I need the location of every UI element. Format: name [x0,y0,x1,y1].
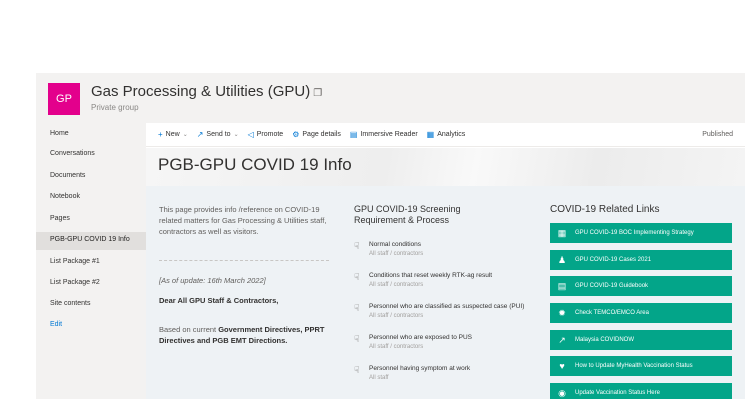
people-icon: ♟ [557,254,567,265]
intro-text: This page provides info /reference on CO… [159,205,327,236]
screening-title: GPU COVID-19 Screening Requirement & Pro… [354,204,461,225]
link-label: Update Vaccination Status Here [575,390,660,396]
site-title-text[interactable]: Gas Processing & Utilities (GPU) [91,83,310,100]
screening-item-title: Personnel who are classified as suspecte… [369,303,525,310]
publish-status: Published [702,131,733,138]
link-boc-strategy[interactable]: ▦ GPU COVID-19 BOC Implementing Strategy [550,223,732,243]
link-cases-2021[interactable]: ♟ GPU COVID-19 Cases 2021 [550,250,732,270]
immersive-reader-icon: ▤ [349,130,358,139]
screening-item-sub: All staff / contractors [369,282,424,288]
link-label: GPU COVID-19 Cases 2021 [575,257,652,263]
content-section: This page provides info /reference on CO… [146,186,745,399]
analytics-label: Analytics [437,131,466,138]
sharepoint-page: GP Gas Processing & Utilities (GPU) ❐ Pri… [0,0,745,399]
link-label: Malaysia COVIDNOW [575,337,635,343]
nav-item-pgb-gpu-covid-info[interactable]: PGB-GPU COVID 19 Info [50,236,130,243]
page-title: PGB-GPU COVID 19 Info [158,155,352,174]
site-privacy-label: Private group [91,103,139,112]
virus-icon: ✹ [558,307,566,318]
hand-pointer-icon: ☟ [354,365,360,375]
screening-item-title: Normal conditions [369,241,422,248]
analytics-button[interactable]: ▦ Analytics [427,130,466,139]
line-chart-icon: ↗ [558,334,566,345]
link-myhealth-vaccination[interactable]: ♥ How to Update MyHealth Vaccination Stat… [550,356,732,376]
link-label: How to Update MyHealth Vaccination Statu… [575,363,693,369]
link-label: Check TEMCO/EMCO Area [575,310,649,316]
links-title: COVID-19 Related Links [550,204,660,215]
link-temco-area[interactable]: ✹ Check TEMCO/EMCO Area [550,303,732,323]
page-details-label: Page details [302,131,341,138]
screening-item-sub: All staff [369,375,389,381]
gear-icon: ⚙ [292,130,300,139]
screening-item-title: Personnel having symptom at work [369,365,471,372]
hand-pointer-icon: ☟ [354,334,360,344]
share-icon: ↗ [196,130,204,139]
divider [159,260,329,261]
directives-prefix: Based on current [159,325,219,334]
directives-text: Based on current Government Directives, … [159,324,339,346]
page-details-button[interactable]: ⚙ Page details [292,130,341,139]
promote-label: Promote [256,131,284,138]
plus-icon: + [158,130,163,139]
new-button[interactable]: + New ⌄ [158,130,188,139]
globe-icon: ◉ [558,387,566,398]
greeting: Dear All GPU Staff & Contractors, [159,296,279,305]
heart-icon: ♥ [559,361,565,371]
chevron-down-icon: ⌄ [233,132,239,138]
immersive-reader-button[interactable]: ▤ Immersive Reader [350,130,418,139]
screening-item-sub: All staff / contractors [369,251,424,257]
book-icon: ▤ [557,280,567,291]
intro-column: This page provides info /reference on CO… [159,204,339,237]
link-update-vaccination[interactable]: ◉ Update Vaccination Status Here [550,383,732,399]
nav-item-home[interactable]: Home [50,130,69,137]
screening-item-title: Conditions that reset weekly RTK-ag resu… [369,272,493,279]
site-header: GP Gas Processing & Utilities (GPU) ❐ Pri… [36,73,745,123]
nav-edit-link[interactable]: Edit [50,321,62,328]
nav-item-notebook[interactable]: Notebook [50,193,80,200]
site-title[interactable]: Gas Processing & Utilities (GPU) ❐ [91,83,322,100]
hand-pointer-icon: ☟ [354,303,360,313]
table-icon: ▦ [557,227,567,238]
nav-item-site-contents[interactable]: Site contents [50,300,90,307]
link-guidebook[interactable]: ▤ GPU COVID-19 Guidebook [550,276,732,296]
title-banner: PGB-GPU COVID 19 Info [146,148,745,186]
site-logo[interactable]: GP [48,83,80,115]
nav-item-documents[interactable]: Documents [50,172,85,179]
nav-item-list-package-1[interactable]: List Package #1 [50,258,100,265]
megaphone-icon: ◁ [247,130,254,139]
screening-item-sub: All staff / contractors [369,344,424,350]
screening-item-title: Personnel who are exposed to PUS [369,334,472,341]
sticker-icon: ❐ [313,88,323,99]
nav-item-list-package-2[interactable]: List Package #2 [50,279,100,286]
immersive-reader-label: Immersive Reader [360,131,418,138]
left-navigation: Home Conversations Documents Notebook Pa… [36,123,146,399]
analytics-icon: ▦ [426,130,435,139]
new-label: New [165,131,180,138]
screening-item-sub: All staff / contractors [369,313,424,319]
link-covidnow[interactable]: ↗ Malaysia COVIDNOW [550,330,732,350]
link-label: GPU COVID-19 Guidebook [575,283,649,289]
send-to-button[interactable]: ↗ Send to ⌄ [197,130,239,139]
promote-button[interactable]: ◁ Promote [248,130,284,139]
update-date: [As of update: 16th March 2022] [159,276,266,285]
send-to-label: Send to [206,131,231,138]
hand-pointer-icon: ☟ [354,272,360,282]
link-label: GPU COVID-19 BOC Implementing Strategy [575,230,694,236]
hand-pointer-icon: ☟ [354,241,360,251]
nav-item-conversations[interactable]: Conversations [50,150,95,157]
nav-item-pages[interactable]: Pages [50,215,70,222]
chevron-down-icon: ⌄ [182,132,188,138]
command-bar: + New ⌄ ↗ Send to ⌄ ◁ Promote ⚙ Page details ▤… [146,123,745,147]
